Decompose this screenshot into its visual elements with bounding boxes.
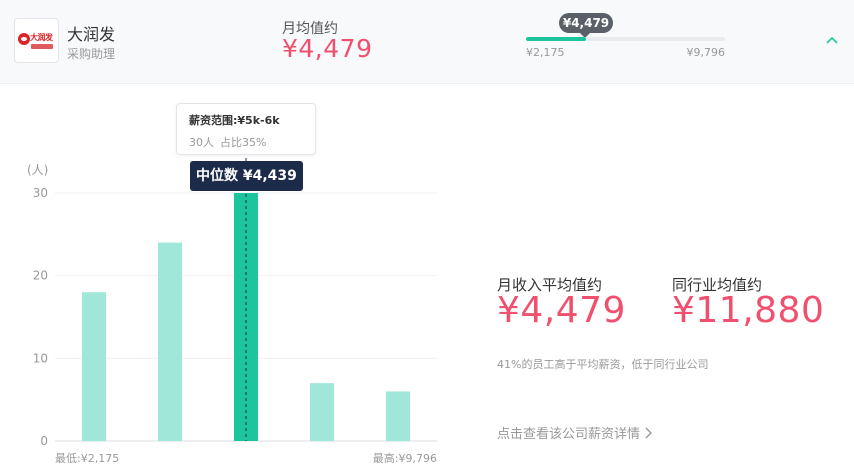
industry-avg-value: ¥11,880	[672, 290, 825, 331]
chevron-up-icon[interactable]	[822, 30, 842, 50]
bar-tooltip: 薪资范围:¥5k-6k 30人 占比35%	[176, 103, 316, 155]
tooltip-share: 占比35%	[220, 136, 267, 149]
comparison-note: 41%的员工高于平均薪资，低于同行业公司	[497, 358, 709, 371]
y-axis-label: (人)	[27, 163, 48, 177]
salary-range-max: ¥9,796	[686, 46, 726, 59]
salary-detail-link[interactable]: 点击查看该公司薪资详情	[497, 423, 653, 442]
salary-range-current-tooltip: ¥4,479	[559, 13, 613, 38]
bar	[82, 292, 106, 441]
bar	[158, 242, 182, 441]
tooltip-range: 薪资范围:¥5k-6k	[189, 114, 280, 127]
tooltip-count: 30人	[189, 136, 214, 149]
salary-range-fill	[526, 37, 586, 41]
bar	[310, 383, 334, 441]
median-badge: 中位数 ¥4,439	[190, 161, 303, 191]
bar	[386, 391, 410, 441]
y-tick-label: 30	[33, 186, 48, 200]
x-max-label: 最高:¥9,796	[373, 451, 437, 465]
salary-detail-link-label: 点击查看该公司薪资详情	[497, 427, 641, 442]
avg-income-value: ¥4,479	[497, 290, 626, 331]
salary-range-min: ¥2,175	[526, 46, 565, 59]
y-tick-label: 20	[33, 269, 48, 283]
y-tick-label: 10	[33, 351, 48, 365]
salary-range-bar	[526, 37, 725, 41]
x-min-label: 最低:¥2,175	[55, 452, 119, 465]
salary-distribution-chart: (人) 0 10 20 30 最低:¥2,175 最高:¥9,796	[27, 128, 437, 465]
chevron-right-icon	[645, 427, 653, 438]
y-tick-label: 0	[40, 434, 48, 448]
